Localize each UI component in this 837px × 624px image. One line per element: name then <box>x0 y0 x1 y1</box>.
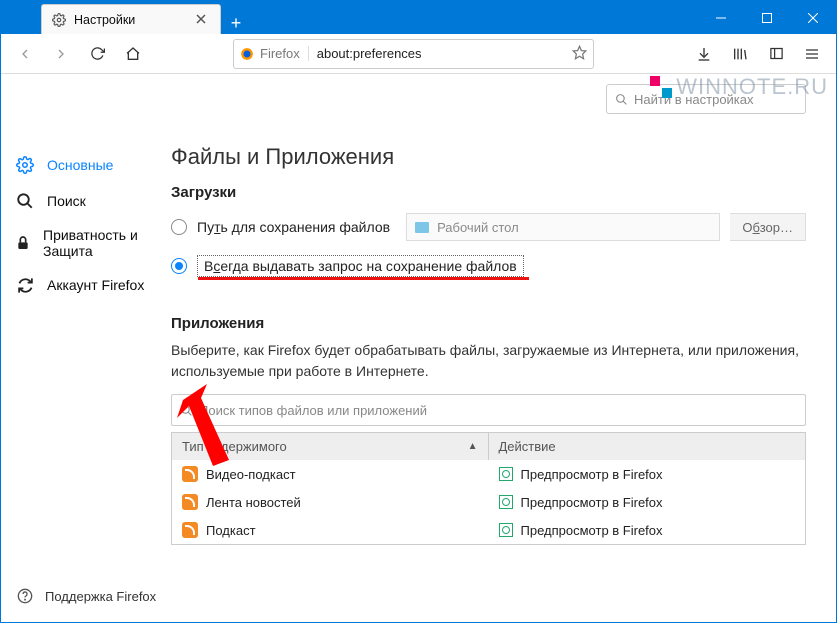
downloads-heading: Загрузки <box>171 184 806 201</box>
new-tab-button[interactable]: + <box>221 13 251 34</box>
cell-action: Предпросмотр в Firefox <box>521 495 663 510</box>
gear-icon <box>15 155 35 175</box>
preferences-sidebar: Основные Поиск Приватность и Защита Акка… <box>1 74 171 624</box>
help-icon <box>15 586 35 606</box>
watermark: WINNOTE.RU <box>650 74 828 100</box>
path-value: Рабочий стол <box>437 220 519 235</box>
sidebar-item-label: Аккаунт Firefox <box>47 277 144 293</box>
window-minimize-button[interactable] <box>698 1 744 34</box>
gear-icon <box>52 13 66 27</box>
sidebar-item-label: Поиск <box>47 193 86 209</box>
radio-icon <box>171 219 187 235</box>
back-button[interactable] <box>9 38 41 70</box>
column-label: Действие <box>499 439 556 454</box>
section-title: Файлы и Приложения <box>171 144 806 170</box>
bookmark-star-icon[interactable] <box>572 45 587 63</box>
tab-strip: Настройки + <box>1 1 251 34</box>
sidebar-item-label: Приватность и Защита <box>43 227 157 259</box>
preview-icon <box>499 467 513 481</box>
preview-icon <box>499 495 513 509</box>
apps-table: Тип содержимого ▲ Действие Видео-подкаст… <box>171 432 806 545</box>
identity-label: Firefox <box>260 46 300 61</box>
window-titlebar: Настройки + <box>1 1 836 34</box>
preferences-main: Найти в настройках Файлы и Приложения За… <box>171 74 836 624</box>
url-bar[interactable]: Firefox about:preferences <box>233 39 594 69</box>
table-row[interactable]: Подкаст Предпросмотр в Firefox <box>172 516 805 544</box>
column-header-type[interactable]: Тип содержимого ▲ <box>172 433 489 460</box>
column-header-action[interactable]: Действие <box>489 433 806 460</box>
feed-icon <box>182 522 198 538</box>
cell-action: Предпросмотр в Firefox <box>521 467 663 482</box>
radio-save-to-path[interactable]: Путь для сохранения файлов Рабочий стол … <box>171 209 806 245</box>
app-menu-button[interactable] <box>796 38 828 70</box>
forward-button[interactable] <box>45 38 77 70</box>
window-controls <box>698 1 836 34</box>
window-close-button[interactable] <box>790 1 836 34</box>
preferences-content: WINNOTE.RU Основные Поиск Приватность и … <box>1 74 836 624</box>
tab-close-button[interactable] <box>192 11 210 29</box>
cell-action: Предпросмотр в Firefox <box>521 523 663 538</box>
apps-search-placeholder: Поиск типов файлов или приложений <box>199 403 427 418</box>
cell-type: Лента новостей <box>206 495 301 510</box>
watermark-text: WINNOTE.RU <box>676 74 828 100</box>
radio-label: Всегда выдавать запрос на сохранение фай… <box>197 255 524 277</box>
search-icon <box>15 191 35 211</box>
reload-button[interactable] <box>81 38 113 70</box>
sidebar-item-label: Основные <box>47 157 113 173</box>
cell-type: Видео-подкаст <box>206 467 296 482</box>
support-link[interactable]: Поддержка Firefox <box>1 578 170 614</box>
apps-search-input[interactable]: Поиск типов файлов или приложений <box>171 394 806 426</box>
feed-icon <box>182 494 198 510</box>
library-button[interactable] <box>724 38 756 70</box>
radio-always-ask[interactable]: Всегда выдавать запрос на сохранение фай… <box>171 251 806 281</box>
radio-label: Путь для сохранения файлов <box>197 219 390 235</box>
window-maximize-button[interactable] <box>744 1 790 34</box>
downloads-button[interactable] <box>688 38 720 70</box>
sidebar-item-general[interactable]: Основные <box>1 147 171 183</box>
sidebar-item-privacy[interactable]: Приватность и Защита <box>1 219 171 267</box>
watermark-logo-icon <box>650 76 672 98</box>
sidebar-item-search[interactable]: Поиск <box>1 183 171 219</box>
download-path-field[interactable]: Рабочий стол <box>406 213 720 241</box>
sort-ascending-icon: ▲ <box>468 441 478 452</box>
apps-table-header: Тип содержимого ▲ Действие <box>172 433 805 460</box>
lock-icon <box>15 233 31 253</box>
apps-description: Выберите, как Firefox будет обрабатывать… <box>171 340 806 382</box>
sidebar-item-account[interactable]: Аккаунт Firefox <box>1 267 171 303</box>
apps-heading: Приложения <box>171 315 806 332</box>
tab-label: Настройки <box>74 13 135 27</box>
radio-icon <box>171 258 187 274</box>
tab-preferences[interactable]: Настройки <box>41 4 221 34</box>
preview-icon <box>499 523 513 537</box>
folder-icon <box>415 222 429 233</box>
firefox-icon <box>240 47 254 61</box>
url-text: about:preferences <box>317 46 422 61</box>
sidebar-toggle-button[interactable] <box>760 38 792 70</box>
column-label: Тип содержимого <box>182 439 287 454</box>
sync-icon <box>15 275 35 295</box>
browse-label: Обзор… <box>742 220 793 235</box>
support-label: Поддержка Firefox <box>45 589 156 604</box>
table-row[interactable]: Видео-подкаст Предпросмотр в Firefox <box>172 460 805 488</box>
home-button[interactable] <box>117 38 149 70</box>
nav-toolbar: Firefox about:preferences <box>1 34 836 74</box>
feed-icon <box>182 466 198 482</box>
cell-type: Подкаст <box>206 523 256 538</box>
browse-button[interactable]: Обзор… <box>730 213 806 241</box>
table-row[interactable]: Лента новостей Предпросмотр в Firefox <box>172 488 805 516</box>
site-identity[interactable]: Firefox <box>240 46 309 61</box>
